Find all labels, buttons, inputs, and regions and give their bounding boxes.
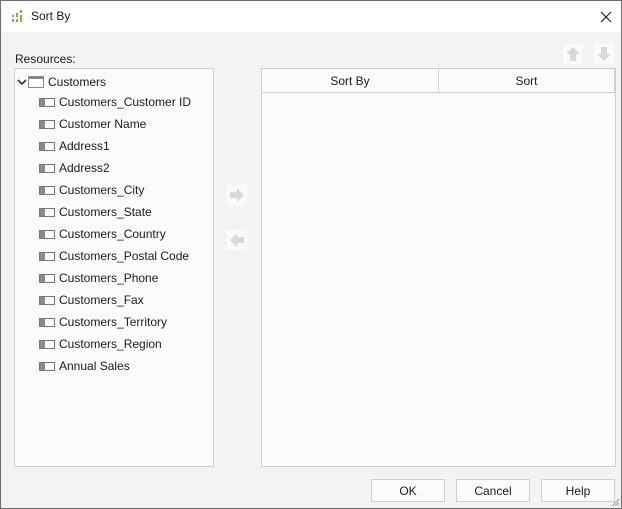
arrow-left-icon [230,233,244,247]
add-sort-field-button[interactable] [227,185,247,205]
field-icon [39,229,55,239]
field-icon [39,317,55,327]
tree-field-item[interactable]: Annual Sales [39,356,130,376]
field-icon [39,185,55,195]
chevron-down-icon[interactable] [17,77,27,87]
sort-by-icon [12,10,22,22]
sort-grid-header: Sort By Sort [262,69,615,93]
field-icon [39,273,55,283]
field-label: Customers_Fax [59,293,144,307]
column-header-sort[interactable]: Sort [439,69,615,92]
tree-field-item[interactable]: Customers_Phone [39,268,158,288]
tree-node-label: Customers [48,75,107,89]
window-title: Sort By [31,9,71,23]
field-label: Customers_Phone [59,271,159,285]
field-label: Customers_Territory [59,315,168,329]
tree-field-item[interactable]: Address2 [39,158,110,178]
move-up-button[interactable] [563,44,583,64]
tree-field-item[interactable]: Customers_Country [39,224,166,244]
column-header-sort-by[interactable]: Sort By [262,69,439,92]
sort-grid[interactable]: Sort By Sort [261,68,616,467]
field-icon [39,361,55,371]
resources-label: Resources: [15,52,76,66]
tree-field-item[interactable]: Customers_Fax [39,290,144,310]
tree-field-item[interactable]: Customers_Postal Code [39,246,189,266]
field-label: Address2 [59,161,110,175]
field-label: Customers_State [59,205,152,219]
arrow-right-icon [230,188,244,202]
tree-field-item[interactable]: Customers_Region [39,334,162,354]
field-icon [39,207,55,217]
sort-by-dialog: Sort By Resources: Customers Customers_C… [0,0,622,509]
arrow-down-icon [597,47,611,61]
field-icon [39,295,55,305]
field-icon [39,339,55,349]
table-icon [28,76,44,88]
field-label: Customers_Region [59,337,162,351]
tree-field-item[interactable]: Customers_Customer ID [39,92,191,112]
move-down-button[interactable] [594,44,614,64]
ok-button[interactable]: OK [371,479,445,502]
cancel-button[interactable]: Cancel [456,479,530,502]
tree-field-item[interactable]: Customers_State [39,202,152,222]
field-icon [39,141,55,151]
remove-sort-field-button[interactable] [227,230,247,250]
title-bar: Sort By [1,1,621,32]
tree-field-item[interactable]: Customer Name [39,114,146,134]
tree-field-item[interactable]: Customers_Territory [39,312,167,332]
field-label: Customers_City [59,183,145,197]
resources-tree[interactable]: Customers Customers_Customer ID Customer… [14,68,214,467]
field-label: Customers_Postal Code [59,249,190,263]
field-icon [39,251,55,261]
field-label: Annual Sales [59,359,130,373]
field-label: Address1 [59,139,110,153]
close-icon [600,11,612,22]
field-icon [39,163,55,173]
field-icon [39,119,55,129]
tree-field-item[interactable]: Customers_City [39,180,144,200]
close-button[interactable] [591,1,621,32]
resize-grip-icon[interactable] [610,497,620,507]
tree-node-customers[interactable]: Customers [17,72,106,92]
help-button[interactable]: Help [541,479,615,502]
arrow-up-icon [566,47,580,61]
tree-field-item[interactable]: Address1 [39,136,110,156]
field-label: Customers_Country [59,227,166,241]
field-label: Customers_Customer ID [59,95,192,109]
field-label: Customer Name [59,117,147,131]
field-icon [39,97,55,107]
